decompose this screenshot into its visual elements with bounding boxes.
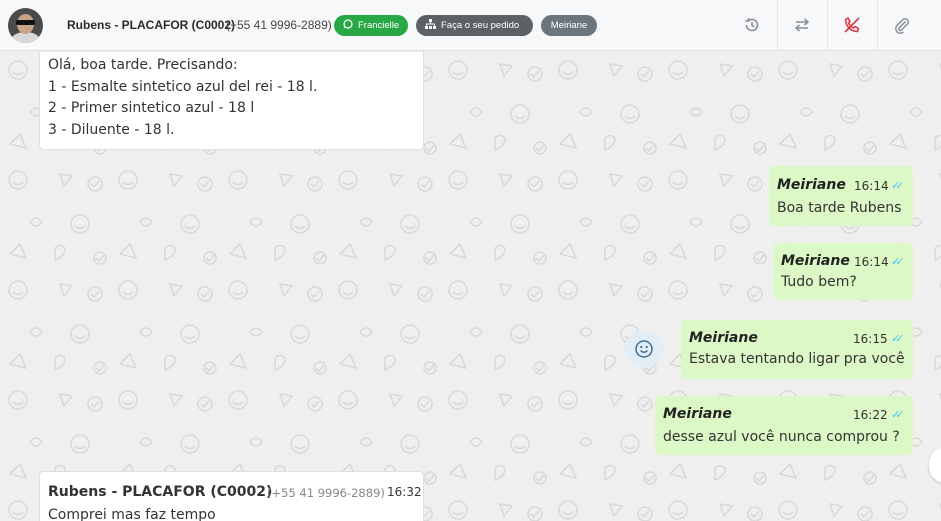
read-receipt-icon: ✓✓ [891,408,905,421]
tag-label: Faça o seu pedido [441,20,520,31]
message-time: 16:14 [854,255,889,269]
read-receipt-icon: ✓✓ [891,332,905,345]
tag-label: Meiriane [550,20,588,31]
contact-phone: (+55 41 9996-2889) [226,18,332,32]
chat-header: Rubens - PLACAFOR (C0002) (+55 41 9996-2… [0,0,941,51]
sitemap-icon [425,19,436,32]
message-line: 2 - Primer sintetico azul - 18 l [48,100,255,116]
outgoing-message: Meiriane 16:15 ✓✓ Estava tentando ligar … [681,320,913,379]
message-time: 16:15 [853,332,888,346]
tag-label: Francielle [358,20,400,31]
smiley-icon [635,340,653,358]
message-author-phone: (+55 41 9996-2889) [267,486,385,500]
incoming-message: Olá, boa tarde. Precisando: 1 - Esmalte … [39,52,424,150]
message-author: Rubens - PLACAFOR (C0002) [48,484,273,500]
message-text: Tudo bem? [781,274,857,290]
message-author: Meiriane [689,330,758,346]
incoming-message: Rubens - PLACAFOR (C0002) (+55 41 9996-2… [39,471,424,521]
message-time: 16:14 [854,179,889,193]
message-text: Boa tarde Rubens [777,200,902,216]
read-receipt-icon: ✓✓ [891,255,905,268]
message-text: desse azul você nunca comprou ? [663,429,900,445]
transfer-icon[interactable] [790,13,814,37]
message-text: Comprei mas faz tempo [48,507,216,521]
outgoing-message: Meiriane 16:14 ✓✓ Boa tarde Rubens [769,166,913,226]
hangup-phone-icon[interactable] [840,13,864,37]
message-line: Olá, boa tarde. Precisando: [48,57,238,73]
reaction-button[interactable] [625,330,663,368]
tag-queue[interactable]: Faça o seu pedido [416,15,533,36]
tag-user-meiriane[interactable]: Meiriane [541,15,597,36]
message-author: Meiriane [663,406,732,422]
message-line: 1 - Esmalte sintetico azul del rei - 18 … [48,79,318,95]
outgoing-message: Meiriane 16:22 ✓✓ desse azul você nunca … [655,396,913,455]
history-icon[interactable] [740,13,764,37]
attach-icon[interactable] [890,13,914,37]
contact-name: Rubens - PLACAFOR (C0002) [67,18,236,32]
message-text: Estava tentando ligar pra você [689,351,905,367]
message-author: Meiriane [777,177,846,193]
message-time: 16:22 [853,408,888,422]
read-receipt-icon: ✓✓ [891,179,905,192]
message-line: 3 - Diluente - 18 l. [48,122,175,138]
message-list[interactable]: Olá, boa tarde. Precisando: 1 - Esmalte … [0,52,941,521]
tag-connection-francielle[interactable]: Francielle [334,15,408,36]
contact-avatar[interactable] [8,8,43,43]
whatsapp-icon [343,19,353,32]
message-author: Meiriane [781,253,850,269]
outgoing-message: Meiriane 16:14 ✓✓ Tudo bem? [773,243,913,300]
message-time: 16:32 [387,485,422,499]
